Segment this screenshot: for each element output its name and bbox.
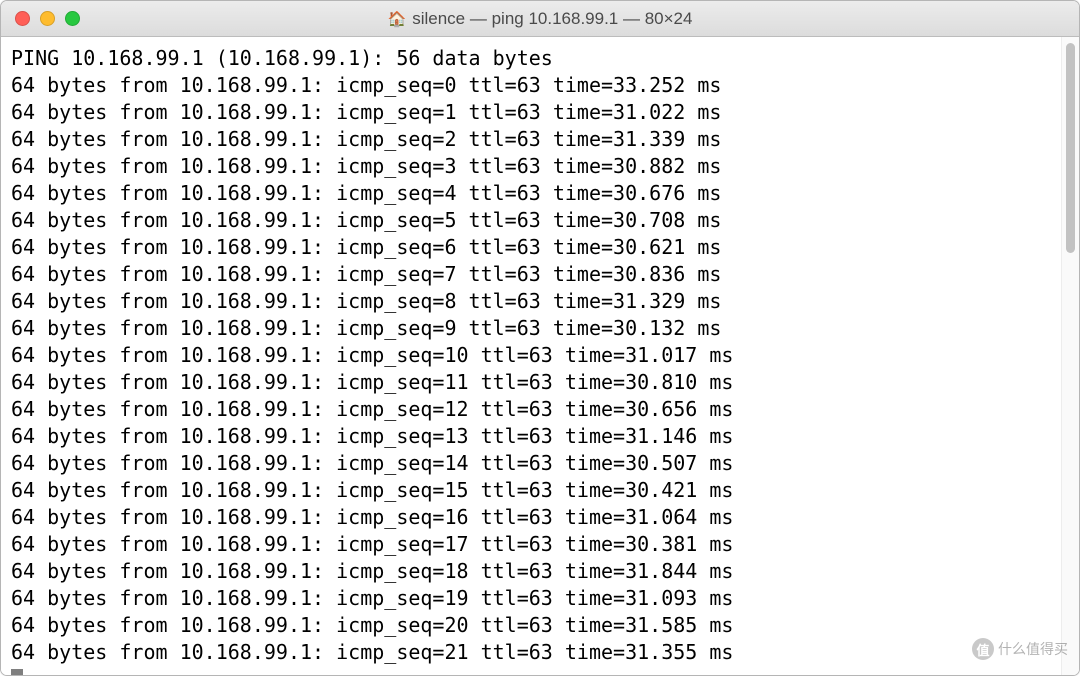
terminal-cursor xyxy=(11,669,23,675)
window-titlebar: 🏠 silence — ping 10.168.99.1 — 80×24 xyxy=(1,1,1079,37)
window-title: 🏠 silence — ping 10.168.99.1 — 80×24 xyxy=(1,9,1079,29)
terminal-window: 🏠 silence — ping 10.168.99.1 — 80×24 PIN… xyxy=(0,0,1080,676)
close-button[interactable] xyxy=(15,11,30,26)
minimize-button[interactable] xyxy=(40,11,55,26)
traffic-lights xyxy=(15,11,80,26)
home-icon: 🏠 xyxy=(388,10,407,28)
terminal-output[interactable]: PING 10.168.99.1 (10.168.99.1): 56 data … xyxy=(1,37,1061,675)
scrollbar-thumb[interactable] xyxy=(1066,43,1075,253)
maximize-button[interactable] xyxy=(65,11,80,26)
window-body: PING 10.168.99.1 (10.168.99.1): 56 data … xyxy=(1,37,1079,675)
scrollbar-track[interactable] xyxy=(1061,37,1079,675)
window-title-text: silence — ping 10.168.99.1 — 80×24 xyxy=(412,9,692,29)
